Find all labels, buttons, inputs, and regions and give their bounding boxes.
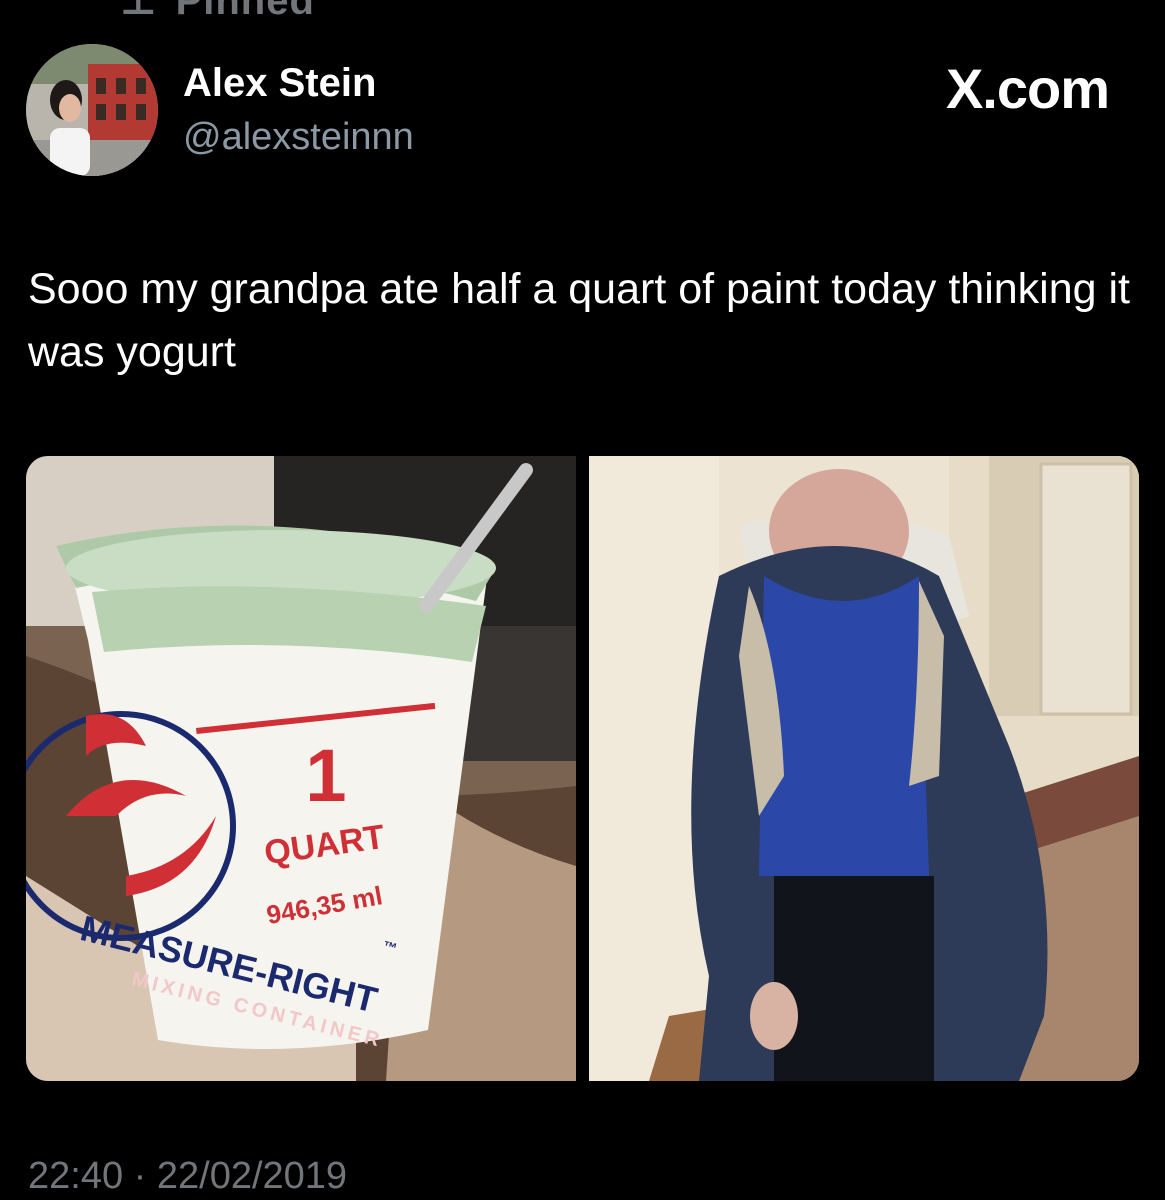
grandpa-image bbox=[589, 456, 1139, 1081]
avatar[interactable] bbox=[26, 44, 158, 176]
tweet-timestamp[interactable]: 22:40 · 22/02/2019 bbox=[28, 1155, 347, 1198]
avatar-photo bbox=[26, 44, 158, 176]
tweet-photo-paint-container[interactable]: 1 QUART 946,35 ml MEASURE-RIGHT ™ MIXING… bbox=[26, 456, 576, 1081]
pinned-indicator: ⊥ Pinned bbox=[120, 0, 315, 24]
author-name[interactable]: Alex Stein bbox=[183, 61, 376, 106]
author-handle[interactable]: @alexsteinnn bbox=[183, 116, 414, 159]
pin-icon: ⊥ bbox=[120, 0, 158, 23]
x-com-watermark: X.com bbox=[945, 57, 1110, 120]
paint-container-image: 1 QUART 946,35 ml MEASURE-RIGHT ™ MIXING… bbox=[26, 456, 576, 1081]
pinned-label: Pinned bbox=[175, 0, 315, 23]
tweet-text: Sooo my grandpa ate half a quart of pain… bbox=[28, 265, 1131, 376]
container-number: 1 bbox=[305, 734, 346, 817]
tweet-photo-grandpa[interactable] bbox=[589, 456, 1139, 1081]
